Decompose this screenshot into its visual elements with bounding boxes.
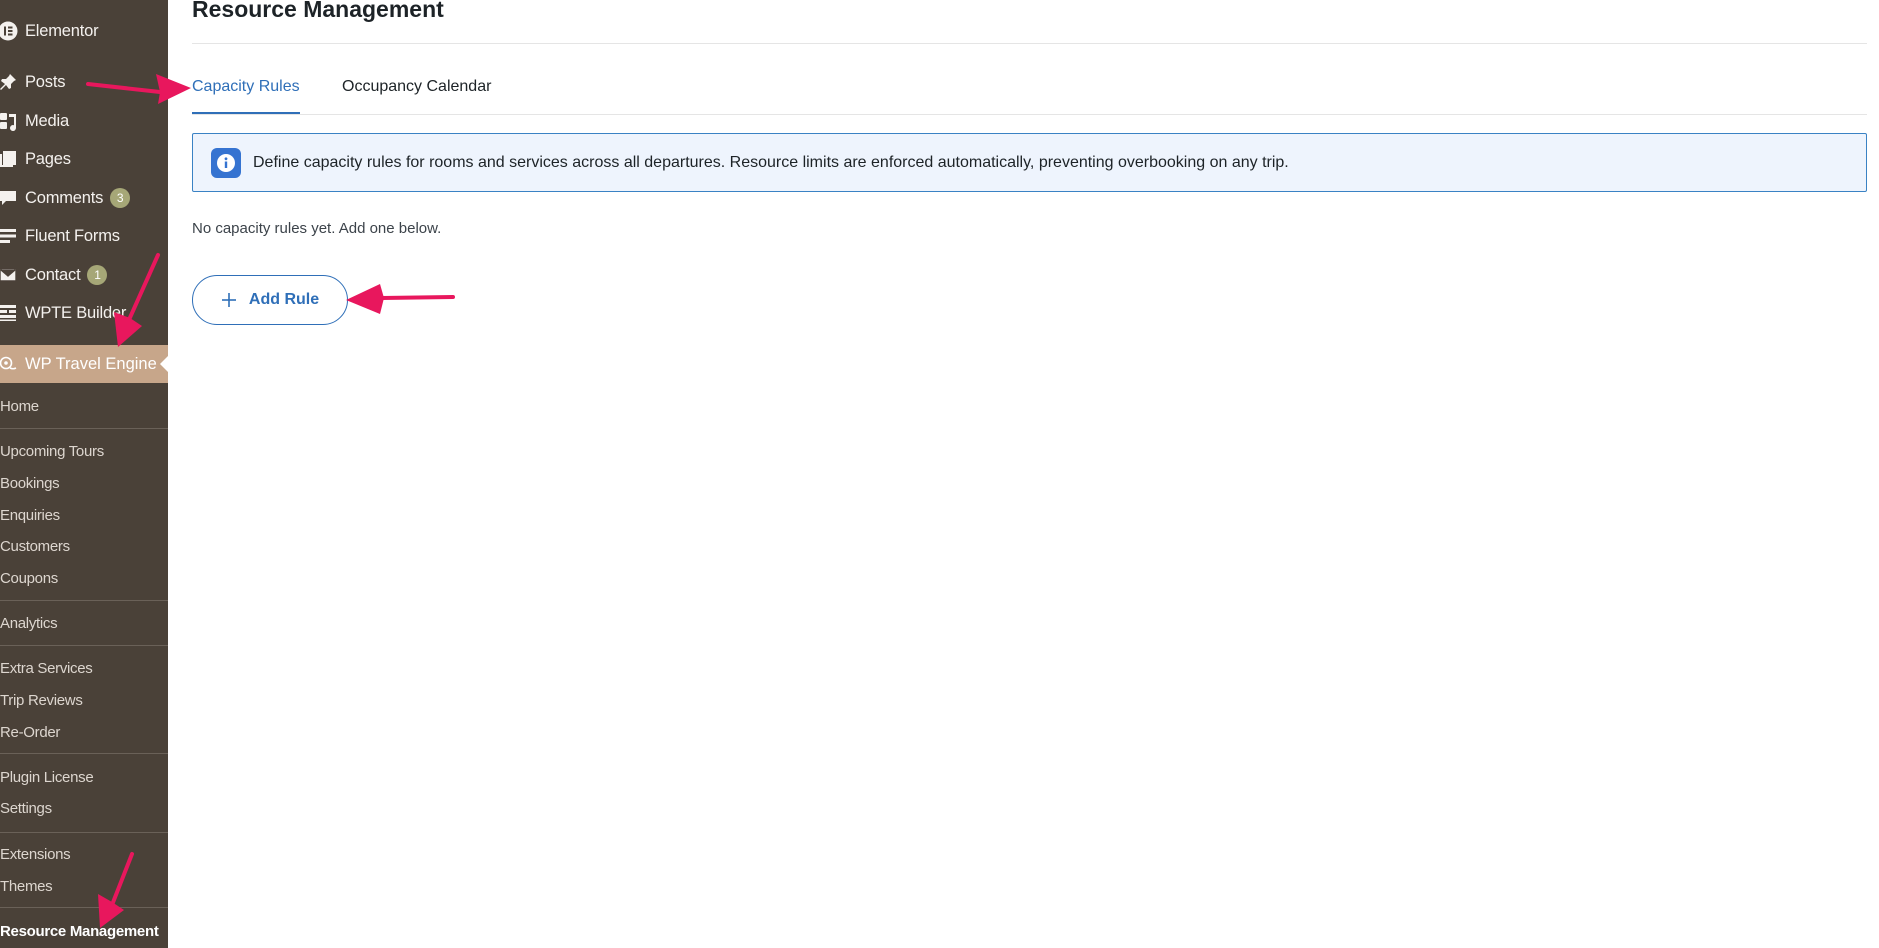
title-divider xyxy=(192,43,1867,44)
travel-engine-icon xyxy=(0,354,18,374)
submenu-divider xyxy=(0,832,168,833)
sidebar-item-elementor[interactable]: Elementor xyxy=(0,12,168,50)
sidebar-item-comments[interactable]: Comments 3 xyxy=(0,179,168,217)
submenu-themes[interactable]: Themes xyxy=(0,871,168,901)
submenu-divider xyxy=(0,428,168,429)
submenu-label: Themes xyxy=(0,877,53,895)
submenu-trip-reviews[interactable]: Trip Reviews xyxy=(0,685,168,715)
submenu-label: Plugin License xyxy=(0,768,94,786)
sidebar-item-wpte-builder[interactable]: WPTE Builder xyxy=(0,294,168,332)
comments-count-badge: 3 xyxy=(110,188,131,208)
submenu-label: Settings xyxy=(0,799,52,817)
submenu-label: Enquiries xyxy=(0,506,60,524)
tab-capacity-rules[interactable]: Capacity Rules xyxy=(192,78,300,114)
submenu-label: Analytics xyxy=(0,614,58,632)
submenu-divider xyxy=(0,600,168,601)
submenu-label: Upcoming Tours xyxy=(0,442,104,460)
add-rule-button[interactable]: Add Rule xyxy=(192,275,348,325)
submenu-coupons[interactable]: Coupons xyxy=(0,563,168,593)
admin-sidebar: Elementor Posts Media Pages Comments 3 F… xyxy=(0,0,168,948)
submenu-label: Bookings xyxy=(0,474,60,492)
sidebar-item-contact[interactable]: Contact 1 xyxy=(0,256,168,294)
submenu-divider xyxy=(0,907,168,908)
submenu-resource-management[interactable]: Resource Management xyxy=(0,916,168,946)
info-notice: Define capacity rules for rooms and serv… xyxy=(192,133,1867,192)
submenu-label: Resource Management xyxy=(0,922,159,940)
builder-icon xyxy=(0,303,18,323)
tab-bar: Capacity Rules Occupancy Calendar xyxy=(192,70,1867,116)
contact-count-badge: 1 xyxy=(87,265,108,285)
sidebar-item-label: WPTE Builder xyxy=(25,303,127,322)
submenu-label: Extra Services xyxy=(0,659,93,677)
sidebar-item-label: WP Travel Engine xyxy=(25,354,157,373)
submenu-label: Coupons xyxy=(0,569,58,587)
submenu-label: Customers xyxy=(0,537,70,555)
submenu-re-order[interactable]: Re-Order xyxy=(0,717,168,747)
mail-icon xyxy=(0,265,18,285)
submenu-customers[interactable]: Customers xyxy=(0,531,168,561)
submenu-extra-services[interactable]: Extra Services xyxy=(0,653,168,683)
tab-occupancy-calendar[interactable]: Occupancy Calendar xyxy=(342,78,491,114)
submenu-divider xyxy=(0,645,168,646)
submenu-label: Trip Reviews xyxy=(0,691,83,709)
info-icon xyxy=(211,147,241,178)
plus-icon xyxy=(221,292,237,308)
add-rule-label: Add Rule xyxy=(248,291,320,308)
submenu-bookings[interactable]: Bookings xyxy=(0,468,168,498)
forms-icon xyxy=(0,226,18,246)
media-icon xyxy=(0,111,18,131)
submenu-label: Re-Order xyxy=(0,723,61,741)
submenu-label: Extensions xyxy=(0,845,71,863)
submenu-divider xyxy=(0,753,168,754)
sidebar-item-label: Elementor xyxy=(25,21,99,40)
sidebar-item-label: Posts xyxy=(25,72,66,91)
sidebar-item-wp-travel-engine[interactable]: WP Travel Engine xyxy=(0,345,168,383)
submenu-extensions[interactable]: Extensions xyxy=(0,839,168,869)
submenu-home[interactable]: Home xyxy=(0,391,168,421)
elementor-icon xyxy=(0,21,18,41)
sidebar-item-label: Pages xyxy=(25,149,71,168)
page-title: Resource Management xyxy=(192,0,444,22)
sidebar-item-media[interactable]: Media xyxy=(0,102,168,140)
sidebar-item-label: Fluent Forms xyxy=(25,226,120,245)
submenu-upcoming-tours[interactable]: Upcoming Tours xyxy=(0,436,168,466)
sidebar-item-label: Media xyxy=(25,111,69,130)
pages-icon xyxy=(0,149,18,169)
sidebar-item-label: Contact xyxy=(25,265,81,284)
submenu-enquiries[interactable]: Enquiries xyxy=(0,500,168,530)
submenu-settings[interactable]: Settings xyxy=(0,793,168,823)
sidebar-item-fluent-forms[interactable]: Fluent Forms xyxy=(0,217,168,255)
comment-icon xyxy=(0,188,18,208)
submenu-plugin-license[interactable]: Plugin License xyxy=(0,762,168,792)
notice-text: Define capacity rules for rooms and serv… xyxy=(253,153,1289,171)
empty-state-text: No capacity rules yet. Add one below. xyxy=(192,220,442,237)
main-content: Resource Management Capacity Rules Occup… xyxy=(192,0,1867,948)
sidebar-item-label: Comments xyxy=(25,188,104,207)
submenu-analytics[interactable]: Analytics xyxy=(0,608,168,638)
sidebar-item-pages[interactable]: Pages xyxy=(0,140,168,178)
pin-icon xyxy=(0,72,18,92)
sidebar-item-posts[interactable]: Posts xyxy=(0,63,168,101)
active-menu-pointer xyxy=(160,356,168,372)
submenu-label: Home xyxy=(0,397,39,415)
tabs-divider xyxy=(192,114,1867,115)
